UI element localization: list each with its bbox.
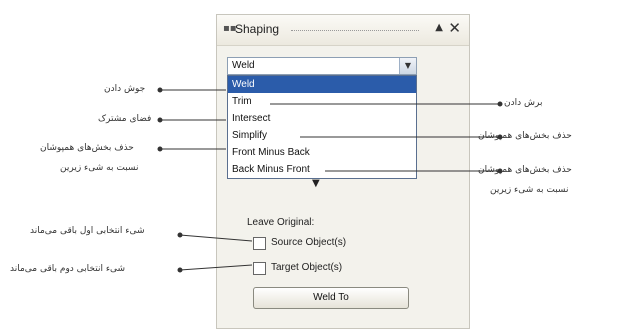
- annotation-front-minus-back: حذف بخش‌های همپوشان: [40, 143, 134, 153]
- annotation-target: شیء انتخابی دوم باقی می‌ماند: [10, 264, 126, 274]
- annotation-front-minus-back-2: نسبت به شیء زیرین: [60, 163, 139, 173]
- annotation-back-minus-front: حذف بخش‌های همپوشان: [478, 165, 572, 175]
- annotation-source: شیء انتخابی اول باقی می‌ماند: [30, 226, 145, 236]
- leader-target: [179, 264, 253, 271]
- annotation-trim: برش دادن: [504, 98, 543, 108]
- annotation-weld: جوش دادن: [104, 84, 146, 94]
- annotation-simplify: حذف بخش‌های همپوشان: [478, 131, 572, 141]
- annotation-intersect: فضای مشترک: [98, 114, 152, 124]
- leader-source: [179, 234, 253, 242]
- annotation-back-minus-front-2: نسبت به شیء زیرین: [490, 185, 569, 195]
